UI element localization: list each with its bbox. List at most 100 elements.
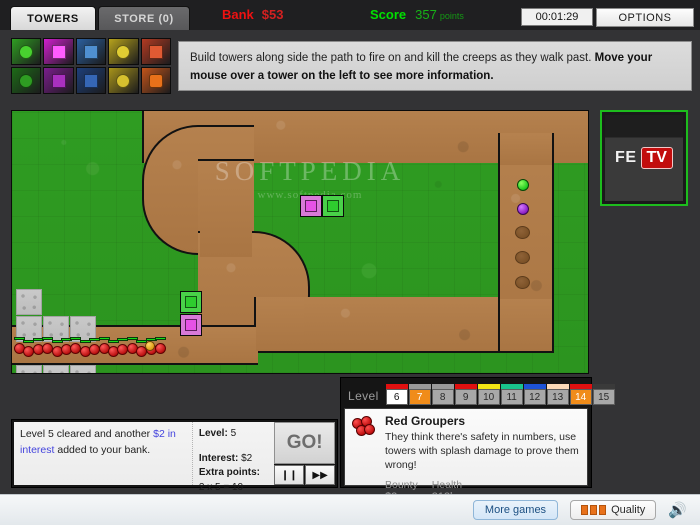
tower-gem <box>116 73 131 88</box>
level-strip-label: Level <box>348 389 379 403</box>
creep-health-bar <box>155 337 166 340</box>
tower-gem <box>305 200 317 212</box>
tower-gem <box>51 73 66 88</box>
go-button[interactable]: GO! <box>274 422 335 464</box>
tab-towers-label: TOWERS <box>27 12 79 25</box>
level-cell-12[interactable]: 12 <box>523 384 546 405</box>
level-cell-number: 6 <box>385 389 408 405</box>
level-cells: 6 7 8 9 10 11 12 13 14 15 <box>385 384 616 405</box>
stat-spacer <box>199 442 269 452</box>
more-games-button[interactable]: More games <box>472 500 559 520</box>
level-cell-number: 9 <box>454 389 477 405</box>
map-tower-green-upper[interactable] <box>322 195 344 217</box>
creep-details: Red Groupers They think there's safety i… <box>385 414 580 503</box>
browser-status-bar: More games Quality 🔊 <box>0 494 700 525</box>
instructions-panel: Build towers along side the path to fire… <box>178 41 692 91</box>
creep-gold <box>145 341 155 351</box>
tower-gem <box>185 296 197 308</box>
path-joint-c <box>500 299 552 351</box>
tower-gold-pacman[interactable] <box>108 67 139 94</box>
level-strip: Level 6 7 8 9 10 11 12 13 14 15 <box>344 381 615 405</box>
level-cell-number: 12 <box>523 389 546 405</box>
build-tile[interactable] <box>43 365 69 373</box>
level-cell-8[interactable]: 8 <box>431 384 454 405</box>
level-panel: Level 6 7 8 9 10 11 12 13 14 15 Red Groupers They… <box>340 377 615 503</box>
projectile-purple <box>517 203 529 215</box>
quality-bars-icon <box>581 505 607 515</box>
level-stats: Level: 5 Interest: $2 Extra points: 2 x … <box>192 422 275 493</box>
level-cell-11[interactable]: 11 <box>500 384 523 405</box>
level-cell-number: 7 <box>408 389 431 405</box>
bank-label: Bank <box>222 7 254 22</box>
quality-button[interactable]: Quality <box>570 500 657 520</box>
creep-name: Red Groupers <box>385 414 466 428</box>
level-cell-7[interactable]: 7 <box>408 384 431 405</box>
interest-stat-value: $2 <box>241 452 253 464</box>
level-message: Level 5 cleared and another $2 in intere… <box>14 422 193 485</box>
map-tower-magenta-lower[interactable] <box>180 314 202 336</box>
tower-palette <box>11 38 171 94</box>
fast-forward-button[interactable]: ▶▶ <box>305 465 335 485</box>
tower-navy-stripes[interactable] <box>75 67 107 94</box>
pause-button[interactable]: ❙❙ <box>274 465 305 485</box>
score-label: Score <box>370 7 407 22</box>
map-tower-magenta-upper[interactable] <box>300 195 322 217</box>
level-cell-15[interactable]: 15 <box>592 384 615 405</box>
projectile-green <box>517 179 529 191</box>
level-cell-9[interactable]: 9 <box>454 384 477 405</box>
level-message-pre: Level 5 cleared and another <box>20 428 154 440</box>
creep-info-panel: Red Groupers They think there's safety i… <box>344 408 588 503</box>
game-top-bar: TOWERS STORE (0) Bank $53 Score 357 points … <box>0 0 700 30</box>
build-tile[interactable] <box>16 289 42 315</box>
options-button[interactable]: OPTIONS <box>596 8 694 27</box>
fetv-inner: FE TV <box>605 115 683 201</box>
build-tile[interactable] <box>70 365 96 373</box>
tower-gem <box>148 73 163 88</box>
tower-gem <box>327 200 339 212</box>
game-map[interactable]: SOFTPEDIA www.softpedia.com <box>11 110 589 374</box>
bank-display: Bank $53 <box>222 7 284 22</box>
level-cell-14[interactable]: 14 <box>569 384 592 405</box>
blob-dot <box>364 424 375 435</box>
tower-gem <box>116 44 131 59</box>
tower-purple-cone[interactable] <box>43 67 74 94</box>
level-cell-13[interactable]: 13 <box>546 384 569 405</box>
quality-bar <box>590 505 598 515</box>
tower-magenta-tank[interactable] <box>43 38 74 65</box>
tower-darkgreen-orb[interactable] <box>11 67 42 94</box>
map-tower-green-lower[interactable] <box>180 291 202 313</box>
path-joint-a <box>200 161 252 257</box>
build-tile[interactable] <box>16 365 42 373</box>
interest-stat-row: Interest: $2 <box>199 452 269 467</box>
level-cell-number: 14 <box>569 389 592 405</box>
level-cell-6[interactable]: 6 <box>385 384 408 405</box>
level-cell-number: 15 <box>592 389 615 405</box>
tower-red-block[interactable] <box>140 38 171 65</box>
tower-blue-frame[interactable] <box>75 38 107 65</box>
fetv-tv-label: TV <box>640 147 673 169</box>
level-message-post: added to your bank. <box>54 443 151 456</box>
path-joint-b <box>500 135 552 165</box>
tab-store[interactable]: STORE (0) <box>98 6 190 30</box>
tab-towers[interactable]: TOWERS <box>10 6 96 30</box>
score-display: Score 357 points <box>370 7 464 22</box>
level-cell-number: 8 <box>431 389 454 405</box>
level-stat-value: 5 <box>230 428 237 439</box>
fetv-logo-panel[interactable]: FE TV <box>600 110 688 206</box>
speaker-icon[interactable]: 🔊 <box>668 503 687 518</box>
tower-gold-target[interactable] <box>108 38 139 65</box>
health-label: Health <box>431 478 463 491</box>
interest-stat-label: Interest: <box>198 452 239 464</box>
pause-icon: ❙❙ <box>280 469 298 481</box>
tower-gem <box>83 44 98 59</box>
extra-points-row: Extra points: <box>199 466 269 481</box>
tower-gem <box>148 44 163 59</box>
creep-description: They think there's safety in numbers, us… <box>385 431 579 472</box>
game-controls: GO! ❙❙ ▶▶ <box>274 422 335 485</box>
extra-points-label: Extra points: <box>198 467 260 478</box>
tower-orange-cross[interactable] <box>140 67 171 94</box>
tower-gem <box>19 44 34 59</box>
tower-green-pellet[interactable] <box>11 38 42 65</box>
tower-gem <box>185 319 197 331</box>
level-cell-10[interactable]: 10 <box>477 384 500 405</box>
